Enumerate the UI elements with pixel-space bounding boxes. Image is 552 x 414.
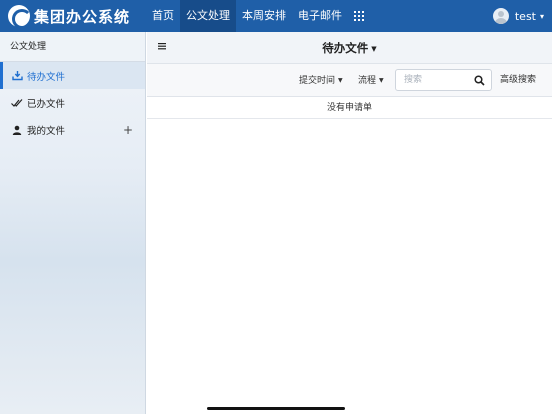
main-nav: 首页 公文处理 本周安排 电子邮件	[146, 0, 366, 32]
main-header: 待办文件 ▼	[147, 32, 552, 64]
sidebar: 公文处理 待办文件 已办文件 我的文件 +	[0, 32, 146, 414]
chevron-down-icon: ▼	[371, 44, 377, 53]
sidebar-header: 公文处理	[0, 32, 145, 62]
avatar	[492, 8, 509, 24]
user-menu[interactable]: test ▾	[492, 0, 544, 32]
sidebar-item-pending-files[interactable]: 待办文件	[0, 62, 145, 89]
advanced-search-link[interactable]: 高级搜索	[500, 64, 536, 97]
page-title-text: 待办文件	[322, 41, 369, 55]
app-title: 集团办公系统	[34, 7, 131, 26]
flow-label: 流程	[358, 76, 377, 86]
search-box	[395, 69, 492, 91]
sidebar-item-my-files[interactable]: 我的文件 +	[0, 116, 145, 143]
sort-label: 提交时间	[299, 76, 336, 86]
sidebar-item-done-files[interactable]: 已办文件	[0, 89, 145, 116]
brand[interactable]: 集团办公系统	[0, 0, 146, 32]
nav-item-weekly-schedule[interactable]: 本周安排	[236, 0, 292, 32]
chevron-down-icon: ▼	[338, 77, 343, 84]
nav-item-document-processing[interactable]: 公文处理	[180, 0, 236, 32]
search-icon[interactable]	[474, 75, 485, 86]
hamburger-menu-icon[interactable]	[157, 41, 169, 53]
chevron-down-icon: ▾	[539, 11, 544, 21]
empty-list-message: 没有申请单	[147, 97, 552, 119]
page-title[interactable]: 待办文件 ▼	[147, 32, 552, 65]
nav-item-home[interactable]: 首页	[146, 0, 180, 32]
top-navbar: 集团办公系统 首页 公文处理 本周安排 电子邮件 test ▾	[0, 0, 552, 32]
sidebar-item-label: 我的文件	[27, 125, 66, 137]
sidebar-item-label: 已办文件	[27, 98, 66, 110]
double-check-icon	[11, 97, 23, 109]
person-icon	[11, 124, 23, 136]
search-input[interactable]	[396, 70, 466, 90]
filter-toolbar: 提交时间▼ 流程▼ 高级搜索	[147, 64, 552, 97]
user-name: test	[514, 9, 536, 23]
logo-icon	[8, 5, 32, 29]
grid-icon[interactable]	[352, 0, 366, 32]
sort-by-submit-time-dropdown[interactable]: 提交时间 ▼	[299, 64, 343, 97]
nav-item-email[interactable]: 电子邮件	[292, 0, 348, 32]
flow-dropdown[interactable]: 流程 ▼	[358, 64, 384, 97]
sidebar-item-label: 待办文件	[27, 71, 66, 83]
add-file-button[interactable]: +	[123, 123, 133, 137]
main-content: 待办文件▼ 提交时间▼ 流程▼ 高级搜索 没有申请单	[147, 32, 552, 414]
chevron-down-icon: ▼	[379, 77, 384, 84]
home-indicator[interactable]	[207, 407, 345, 410]
inbox-download-icon	[11, 70, 23, 82]
